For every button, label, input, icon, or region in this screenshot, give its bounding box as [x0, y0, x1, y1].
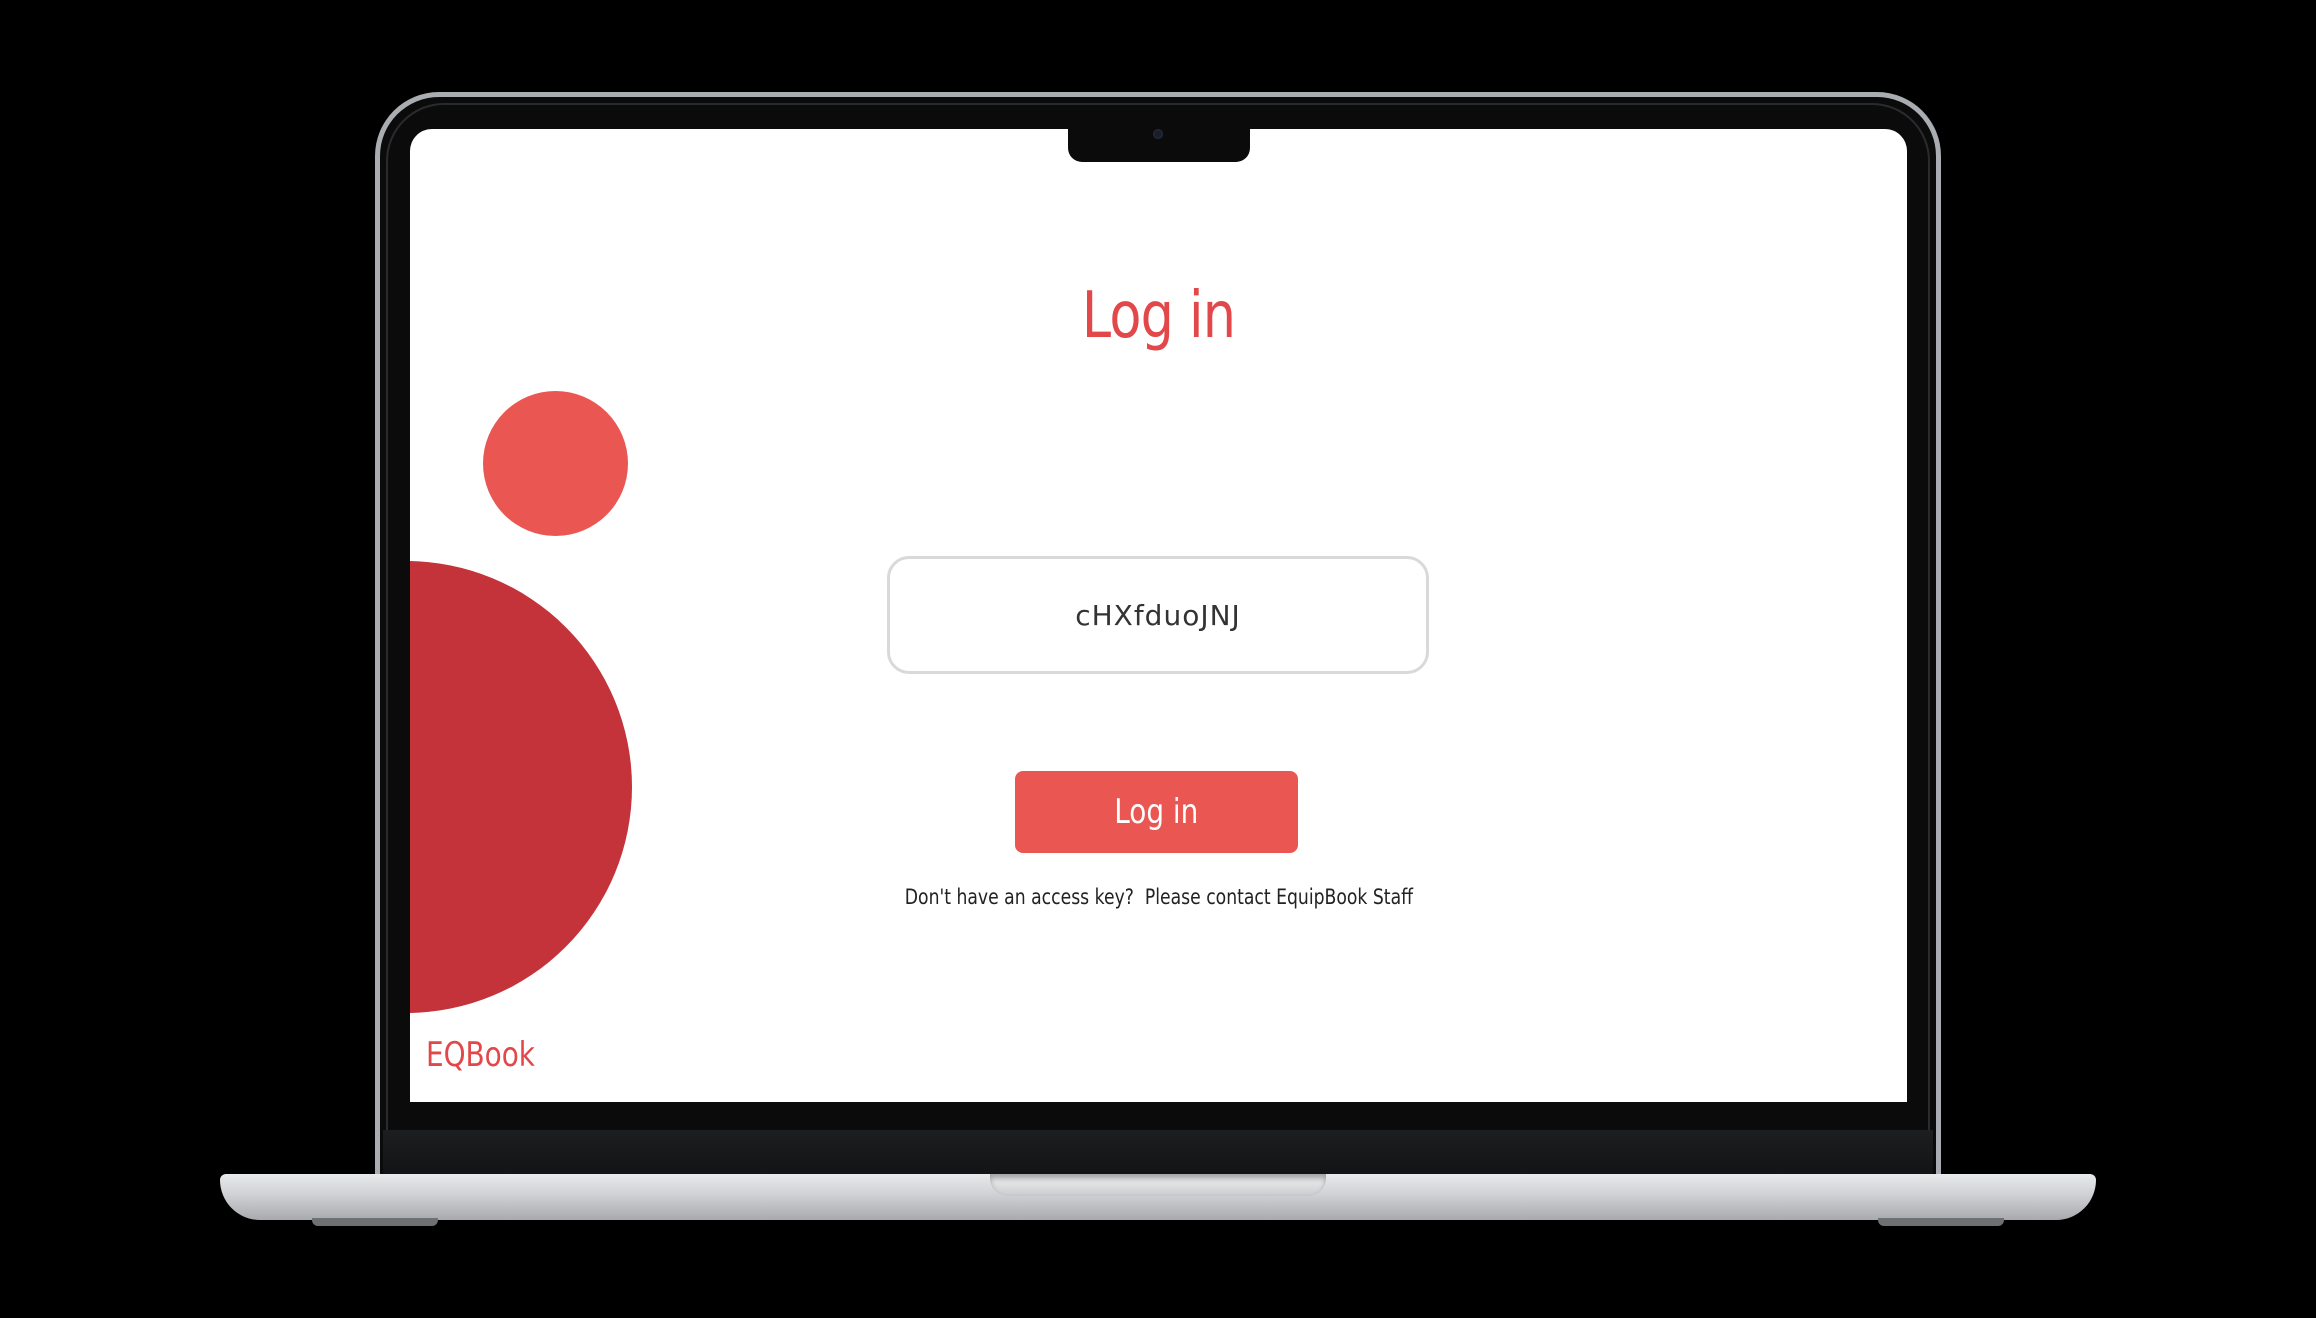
help-text-label: Don't have an access key? Please contact…	[904, 885, 1413, 909]
base-opening-notch	[990, 1174, 1326, 1196]
laptop-foot-left	[312, 1218, 438, 1226]
camera-icon	[1153, 129, 1163, 139]
device-mockup: Log in Log in Don't have an access key? …	[0, 0, 2316, 1318]
help-text: Don't have an access key? Please contact…	[410, 885, 1907, 909]
login-button[interactable]: Log in	[1015, 771, 1298, 853]
brand-logo: EQBook	[426, 1035, 535, 1075]
login-button-label: Log in	[1114, 792, 1199, 832]
page-title: Log in	[1081, 279, 1236, 353]
laptop-foot-right	[1878, 1218, 2004, 1226]
access-key-input[interactable]	[887, 556, 1429, 674]
decorative-circle-large	[410, 561, 632, 1013]
laptop-bezel-bottom	[383, 1130, 1933, 1177]
decorative-circle-small	[483, 391, 628, 536]
screen: Log in Log in Don't have an access key? …	[410, 129, 1907, 1102]
